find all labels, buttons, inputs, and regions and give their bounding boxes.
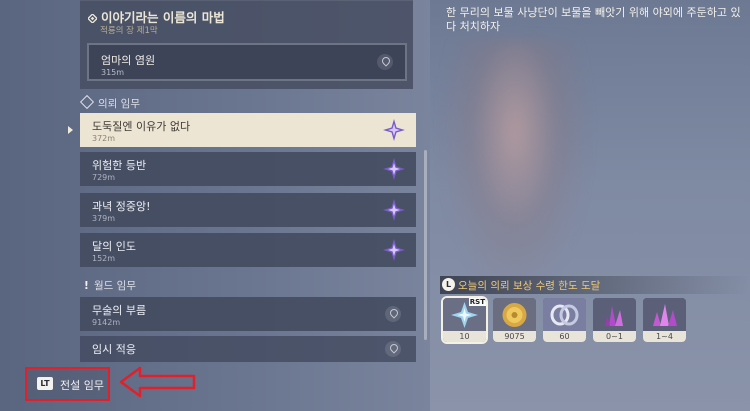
quest-name: 도둑질엔 이유가 없다 xyxy=(92,120,191,133)
world-section-label: 월드 임무 xyxy=(94,280,136,292)
commission-section-icon xyxy=(79,94,95,110)
reward-item[interactable]: RST 10 xyxy=(441,296,488,344)
reward-item[interactable]: 60 xyxy=(543,298,586,342)
crystal-cluster-icon xyxy=(643,298,686,331)
main-quest-card[interactable]: 이야기라는 이름의 마법 적룡의 장 제1막 엄마의 염원 315m xyxy=(80,0,413,89)
character-silhouette xyxy=(440,40,590,300)
commission-quest-row[interactable]: 달의 인도 152m xyxy=(80,233,416,267)
commission-star-icon xyxy=(383,239,405,261)
reward-limit-text: 오늘의 의뢰 보상 수령 한도 도달 xyxy=(458,280,601,292)
quest-distance: 152m xyxy=(92,254,116,263)
quest-list-scrollbar[interactable] xyxy=(424,150,427,340)
quest-distance: 9142m xyxy=(92,318,121,327)
commission-quest-row[interactable]: 도둑질엔 이유가 없다 372m xyxy=(80,113,416,147)
commission-quest-row[interactable]: 과녁 정중앙! 379m xyxy=(80,193,416,227)
quest-name: 과녁 정중앙! xyxy=(92,200,151,213)
l-button-icon: L xyxy=(442,278,455,291)
selection-indicator-icon xyxy=(68,126,73,134)
quest-name: 달의 인도 xyxy=(92,240,136,253)
reward-item[interactable]: 1~4 xyxy=(643,298,686,342)
commission-star-icon xyxy=(383,199,405,221)
reward-item[interactable]: 0~1 xyxy=(593,298,636,342)
main-quest-chapter: 적룡의 장 제1막 xyxy=(100,26,158,36)
legend-quest-button[interactable]: LT 전설 임무 xyxy=(25,367,110,401)
world-quest-row[interactable]: 임시 적응 xyxy=(80,336,416,362)
commission-quest-row[interactable]: 위험한 등반 729m xyxy=(80,152,416,186)
main-quest-title-text: 이야기라는 이름의 마법 xyxy=(101,10,225,25)
reward-item[interactable]: 9075 xyxy=(493,298,536,342)
first-clear-badge: RST xyxy=(468,298,486,306)
sub-quest-name: 엄마의 염원 xyxy=(101,54,156,67)
location-pin-icon[interactable] xyxy=(385,341,401,357)
quest-diamond-icon xyxy=(88,14,97,23)
location-pin-icon[interactable] xyxy=(385,306,401,322)
quest-name: 위험한 등반 xyxy=(92,159,147,172)
quest-description: 한 무리의 보물 사냥단이 보물을 빼앗기 위해 야외에 주둔하고 있다 처치하… xyxy=(446,6,741,33)
sub-quest-distance: 315m xyxy=(101,68,125,77)
reward-limit-banner: L 오늘의 의뢰 보상 수령 한도 도달 xyxy=(440,276,750,294)
reward-count: 0~1 xyxy=(593,331,636,342)
exclamation-icon: ! xyxy=(84,280,89,292)
sub-quest-item[interactable]: 엄마의 염원 315m xyxy=(87,43,407,81)
quest-distance: 729m xyxy=(92,173,116,182)
mora-coin-icon xyxy=(493,298,536,331)
world-quest-row[interactable]: 무술의 부름 9142m xyxy=(80,297,416,331)
commission-star-icon xyxy=(383,158,405,180)
crystal-icon xyxy=(593,298,636,331)
fate-ring-icon xyxy=(543,298,586,331)
commission-section-header: 의뢰 임무 xyxy=(79,94,140,111)
location-pin-icon[interactable] xyxy=(377,54,393,70)
lt-button-icon: LT xyxy=(37,377,53,390)
reward-count: 60 xyxy=(543,331,586,342)
quest-distance: 379m xyxy=(92,214,116,223)
world-section-header: ! 월드 임무 xyxy=(84,278,136,293)
reward-count: 9075 xyxy=(493,331,536,342)
commission-section-label: 의뢰 임무 xyxy=(98,98,140,110)
quest-list: 이야기라는 이름의 마법 적룡의 장 제1막 엄마의 염원 315m 의뢰 임무… xyxy=(79,0,420,360)
red-arrow-annotation-icon xyxy=(119,366,196,398)
reward-count: 1~4 xyxy=(643,331,686,342)
quest-distance: 372m xyxy=(92,134,116,143)
commission-star-icon xyxy=(383,119,405,141)
legend-quest-label: 전설 임무 xyxy=(60,379,104,392)
quest-name: 임시 적응 xyxy=(92,343,136,356)
reward-count: 10 xyxy=(443,331,486,342)
quest-name: 무술의 부름 xyxy=(92,304,147,317)
